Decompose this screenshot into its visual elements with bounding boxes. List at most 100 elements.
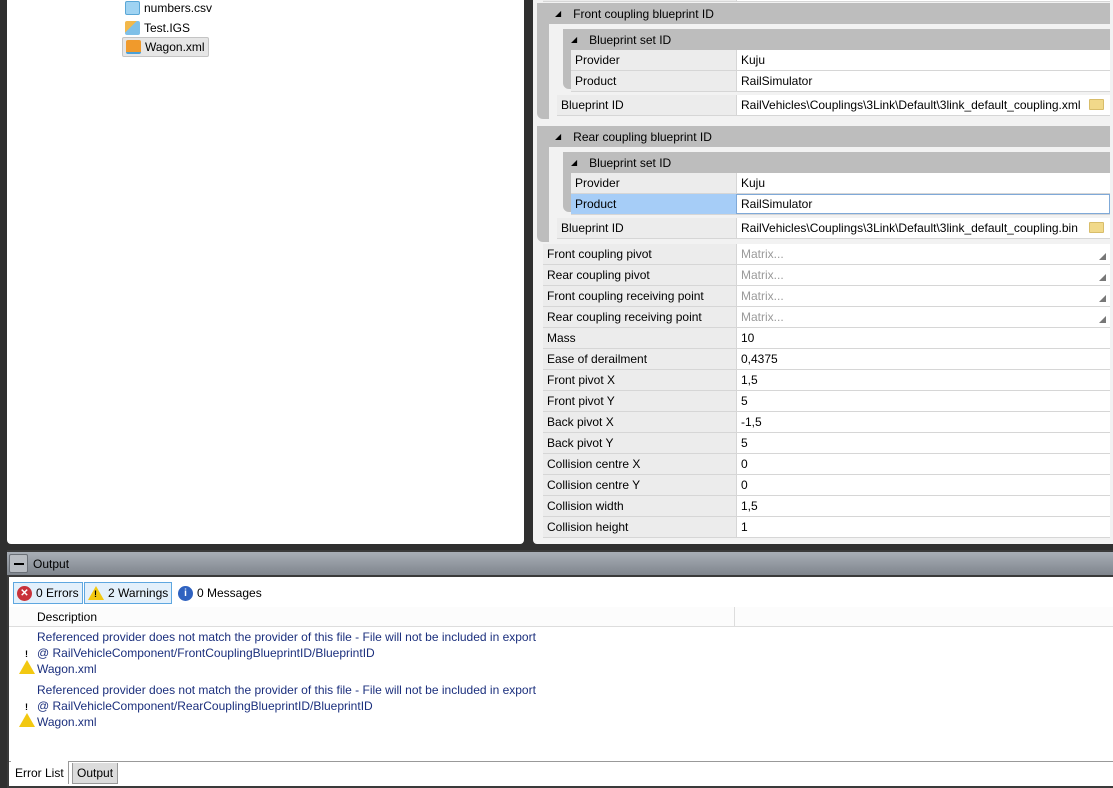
prop-value[interactable]: Matrix... <box>736 307 1110 327</box>
prop-name: Front pivot X <box>543 370 736 390</box>
prop-value[interactable]: Matrix... <box>736 286 1110 306</box>
prop-row[interactable]: Rear coupling pivot Matrix... <box>543 265 1110 286</box>
prop-name: Front coupling pivot <box>543 244 736 264</box>
group-label: Blueprint set ID <box>589 155 672 170</box>
group-rear-blueprint-set-id[interactable]: ◢ Blueprint set ID <box>563 152 1110 173</box>
errors-filter-button[interactable]: ✕ 0 Errors <box>13 582 83 604</box>
prop-row[interactable]: Collision width 1,5 <box>543 496 1110 517</box>
prop-value-text: 0 <box>741 457 748 471</box>
message-text: Referenced provider does not match the p… <box>37 630 536 644</box>
group-rear-coupling-blueprint-id[interactable]: ◢ Rear coupling blueprint ID <box>547 126 1110 147</box>
prop-value-text: 5 <box>741 394 748 408</box>
browse-folder-icon[interactable] <box>1089 222 1104 233</box>
tree-item-numbers-csv[interactable]: numbers.csv <box>122 0 215 17</box>
prop-value[interactable]: Matrix... <box>736 244 1110 264</box>
prop-front-blueprint-id[interactable]: Blueprint ID RailVehicles\Couplings\3Link… <box>557 95 1110 116</box>
prop-value[interactable]: RailVehicles\Couplings\3Link\Default\3li… <box>741 98 1081 112</box>
prop-name: Blueprint ID <box>557 95 736 115</box>
group-label: Front coupling blueprint ID <box>573 6 714 21</box>
collapse-triangle-icon[interactable]: ◢ <box>571 158 577 167</box>
group-front-coupling-blueprint-id[interactable]: ◢ Front coupling blueprint ID <box>547 3 1110 24</box>
tab-error-list[interactable]: Error List <box>11 761 69 784</box>
prop-row[interactable]: Front pivot Y 5 <box>543 391 1110 412</box>
prop-value[interactable]: 5 <box>736 391 1110 411</box>
prop-value-text: 0 <box>741 478 748 492</box>
group-label: Rear coupling blueprint ID <box>573 129 712 144</box>
prop-row[interactable]: Ease of derailment 0,4375 <box>543 349 1110 370</box>
group-front-blueprint-set-id[interactable]: ◢ Blueprint set ID <box>563 29 1110 50</box>
prop-rear-provider[interactable]: Provider Kuju <box>571 173 1110 194</box>
message-path: @ RailVehicleComponent/RearCouplingBluep… <box>37 699 373 713</box>
prop-row[interactable]: Front pivot X 1,5 <box>543 370 1110 391</box>
prop-value[interactable]: 1,5 <box>736 370 1110 390</box>
messages-filter-button[interactable]: i 0 Messages <box>175 582 265 604</box>
prop-value-text: -1,5 <box>741 415 762 429</box>
prop-value[interactable]: RailSimulator <box>736 71 1110 91</box>
prop-value[interactable]: 0 <box>736 475 1110 495</box>
column-header: Description <box>9 607 1113 627</box>
column-description[interactable]: Description <box>37 610 97 624</box>
collapse-triangle-icon[interactable]: ◢ <box>555 132 561 141</box>
prop-row[interactable]: Mass 10 <box>543 328 1110 349</box>
browse-folder-icon[interactable] <box>1089 99 1104 110</box>
tab-output[interactable]: Output <box>72 763 119 784</box>
tree-item-test-igs[interactable]: Test.IGS <box>122 18 193 37</box>
minus-icon <box>13 562 24 565</box>
project-explorer-panel: numbers.csv Test.IGS Wagon.xml <box>7 0 524 544</box>
prop-row[interactable]: Collision height 1 <box>543 517 1110 538</box>
prop-value[interactable]: RailVehicles\Couplings\3Link\Default\3li… <box>741 221 1078 235</box>
prop-value-input[interactable]: RailSimulator <box>736 194 1110 214</box>
prop-front-product[interactable]: Product RailSimulator <box>571 71 1110 92</box>
prop-value[interactable]: 1,5 <box>736 496 1110 516</box>
prop-value-text: 1 <box>741 520 748 534</box>
prop-name: Front coupling receiving point <box>543 286 736 306</box>
prop-value[interactable]: 1 <box>736 517 1110 537</box>
prop-name: Back pivot Y <box>543 433 736 453</box>
info-icon: i <box>178 585 193 601</box>
warnings-filter-button[interactable]: ! 2 Warnings <box>84 582 173 604</box>
prop-row[interactable]: Back pivot X -1,5 <box>543 412 1110 433</box>
message-file: Wagon.xml <box>37 715 97 729</box>
prop-value[interactable]: -1,5 <box>736 412 1110 432</box>
prop-value[interactable]: 5 <box>736 433 1110 453</box>
prop-name: Blueprint ID <box>557 218 736 238</box>
prop-value[interactable]: Kuju <box>736 50 1110 70</box>
prop-row[interactable]: Collision centre X 0 <box>543 454 1110 475</box>
prop-name: Back pivot X <box>543 412 736 432</box>
prop-row[interactable]: Collision centre Y 0 <box>543 475 1110 496</box>
expand-corner-icon[interactable] <box>1099 295 1106 302</box>
warning-icon: ! <box>19 646 35 674</box>
warning-icon: ! <box>88 586 104 600</box>
prop-row[interactable]: Front coupling pivot Matrix... <box>543 244 1110 265</box>
expand-corner-icon[interactable] <box>1099 316 1106 323</box>
expand-corner-icon[interactable] <box>1099 253 1106 260</box>
collapse-triangle-icon[interactable]: ◢ <box>571 35 577 44</box>
prop-name: Front pivot Y <box>543 391 736 411</box>
error-list-item[interactable]: Referenced provider does not match the p… <box>37 682 536 730</box>
prop-row[interactable]: Back pivot Y 5 <box>543 433 1110 454</box>
messages-label: 0 Messages <box>197 586 262 600</box>
prop-name: Provider <box>571 50 736 70</box>
minimize-button[interactable] <box>9 554 28 573</box>
expand-corner-icon[interactable] <box>1099 274 1106 281</box>
prop-row[interactable]: Rear coupling receiving point Matrix... <box>543 307 1110 328</box>
panel-title: Output <box>33 556 70 571</box>
prop-rear-product[interactable]: Product RailSimulator <box>571 194 1110 215</box>
prop-row[interactable]: Front coupling receiving point Matrix... <box>543 286 1110 307</box>
prop-value[interactable]: 0,4375 <box>736 349 1110 369</box>
prop-value[interactable]: Kuju <box>736 173 1110 193</box>
prop-value[interactable]: Matrix... <box>736 265 1110 285</box>
prop-name: Collision height <box>543 517 736 537</box>
tree-item-wagon-xml[interactable]: Wagon.xml <box>122 37 209 57</box>
prop-value[interactable]: 10 <box>736 328 1110 348</box>
prop-value[interactable]: 0 <box>736 454 1110 474</box>
xml-blueprint-icon <box>126 40 141 54</box>
error-list-item[interactable]: Referenced provider does not match the p… <box>37 629 536 677</box>
prop-front-provider[interactable]: Provider Kuju <box>571 50 1110 71</box>
prop-name: Mass <box>543 328 736 348</box>
message-file: Wagon.xml <box>37 662 97 676</box>
prop-rear-blueprint-id[interactable]: Blueprint ID RailVehicles\Couplings\3Link… <box>557 218 1110 239</box>
prop-value-text: 5 <box>741 436 748 450</box>
collapse-triangle-icon[interactable]: ◢ <box>555 9 561 18</box>
column-divider[interactable] <box>734 607 735 627</box>
